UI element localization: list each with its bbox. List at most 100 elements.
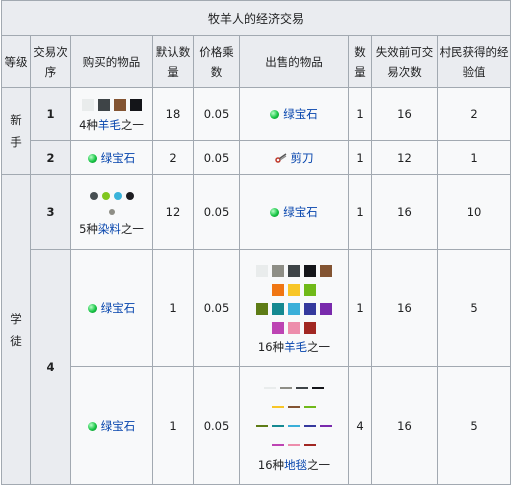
default-qty: 12 <box>152 174 194 250</box>
wool-block-icon <box>256 302 268 315</box>
sell-cell: 绿宝石 <box>239 174 349 250</box>
carpet-icon <box>280 387 292 389</box>
wool-block-icon <box>113 99 126 111</box>
xp: 5 <box>436 249 511 367</box>
default-qty: 2 <box>152 140 194 175</box>
default-qty: 1 <box>152 366 194 485</box>
header-xp: 村民获得的经验值 <box>436 35 511 88</box>
sell-cell: 剪刀 <box>239 140 349 175</box>
shears-link[interactable]: 剪刀 <box>291 151 314 165</box>
emerald-icon <box>270 208 280 217</box>
dye-icon-group <box>71 187 152 203</box>
carpet-icon <box>272 425 284 427</box>
max-uses: 12 <box>371 140 438 175</box>
carpet-icon-group <box>240 379 348 398</box>
carpet-icon <box>256 425 268 427</box>
wool-block-icon <box>304 302 316 315</box>
carpet-icon <box>304 444 316 446</box>
sell-cell: 16种羊毛之一 <box>239 249 349 367</box>
table-row: 学徒 3 5种染料之一 12 0.05 绿宝石 1 16 10 <box>1 174 511 485</box>
emerald-icon <box>270 110 280 119</box>
buy-suffix: 之一 <box>120 222 144 236</box>
carpet-icon <box>272 444 284 446</box>
wool-block-icon <box>272 283 284 296</box>
wool-block-icon <box>81 99 94 111</box>
multiplier: 0.05 <box>193 140 240 175</box>
emerald-link[interactable]: 绿宝石 <box>283 205 318 219</box>
carpet-icon <box>296 387 308 389</box>
wool-link[interactable]: 羊毛 <box>284 340 307 354</box>
buy-cell: 绿宝石 <box>70 140 153 175</box>
max-uses: 16 <box>371 174 438 250</box>
emerald-link[interactable]: 绿宝石 <box>283 107 318 121</box>
carpet-icon <box>288 444 300 446</box>
multiplier: 0.05 <box>193 87 240 141</box>
carpet-icon <box>320 425 332 427</box>
carpet-icon <box>304 406 316 408</box>
emerald-icon <box>87 421 97 431</box>
shears-icon <box>274 152 286 163</box>
wool-block-icon <box>272 321 284 334</box>
wool-block-icon <box>97 99 110 111</box>
header-index: 交易次序 <box>30 35 71 88</box>
emerald-icon <box>87 304 97 313</box>
max-uses: 16 <box>371 249 438 367</box>
level-label: 学徒 <box>10 311 22 348</box>
xp: 1 <box>436 140 511 175</box>
sell-prefix: 16种 <box>257 340 285 354</box>
sell-suffix: 之一 <box>307 340 331 354</box>
sell-suffix: 之一 <box>307 457 331 472</box>
table-row: 绿宝石 1 0.05 16种地毯之一 4 16 5 <box>2 366 511 485</box>
max-uses: 16 <box>371 366 438 485</box>
wool-block-icon <box>304 264 316 277</box>
trade-index: 3 <box>30 174 71 250</box>
trade-index: 2 <box>30 140 71 175</box>
xp: 10 <box>436 174 511 250</box>
header-sell: 出售的物品 <box>239 35 349 88</box>
multiplier: 0.05 <box>193 249 240 367</box>
header-level: 等级 <box>1 35 31 88</box>
buy-cell: 绿宝石 <box>70 366 153 485</box>
header-max-uses: 失效前可交易次数 <box>371 35 438 88</box>
emerald-link[interactable]: 绿宝石 <box>101 301 136 315</box>
trade-index: 1 <box>30 87 71 141</box>
wool-block-icon <box>304 283 316 296</box>
multiplier: 0.05 <box>193 174 240 250</box>
wool-link[interactable]: 羊毛 <box>98 118 121 132</box>
wool-block-icon <box>288 321 300 334</box>
carpet-icon <box>272 406 284 408</box>
max-uses: 16 <box>371 87 438 141</box>
dye-icon <box>113 191 122 200</box>
wool-block-icon <box>129 99 142 111</box>
wool-block-icon <box>320 264 332 277</box>
level-apprentice: 学徒 <box>1 174 31 485</box>
wool-block-icon <box>288 283 300 296</box>
wool-block-icon <box>288 264 300 277</box>
dye-link[interactable]: 染料 <box>98 222 121 236</box>
sell-cell: 绿宝石 <box>239 87 349 141</box>
header-default-qty: 默认数量 <box>152 35 194 88</box>
carpet-icon <box>288 425 300 427</box>
carpet-link[interactable]: 地毯 <box>284 458 307 472</box>
buy-cell: 绿宝石 <box>70 249 153 367</box>
sell-prefix: 16种 <box>257 457 285 472</box>
dye-icon <box>108 208 115 215</box>
wool-block-icon <box>288 302 300 315</box>
wool-block-icon <box>272 264 284 277</box>
buy-cell: 4种羊毛之一 <box>70 87 153 141</box>
emerald-link[interactable]: 绿宝石 <box>101 419 136 433</box>
level-novice: 新手 <box>1 87 31 175</box>
buy-prefix: 5种 <box>79 222 98 236</box>
qty: 1 <box>348 249 372 367</box>
wool-icon-group <box>240 261 348 280</box>
trade-index: 4 <box>30 249 71 485</box>
xp: 2 <box>436 87 511 141</box>
default-qty: 18 <box>152 87 194 141</box>
default-qty: 1 <box>152 249 194 367</box>
qty: 1 <box>348 174 372 250</box>
wool-block-icon <box>304 321 316 334</box>
qty: 1 <box>348 140 372 175</box>
xp: 5 <box>436 366 511 485</box>
carpet-icon <box>264 387 276 389</box>
emerald-link[interactable]: 绿宝石 <box>101 151 136 165</box>
